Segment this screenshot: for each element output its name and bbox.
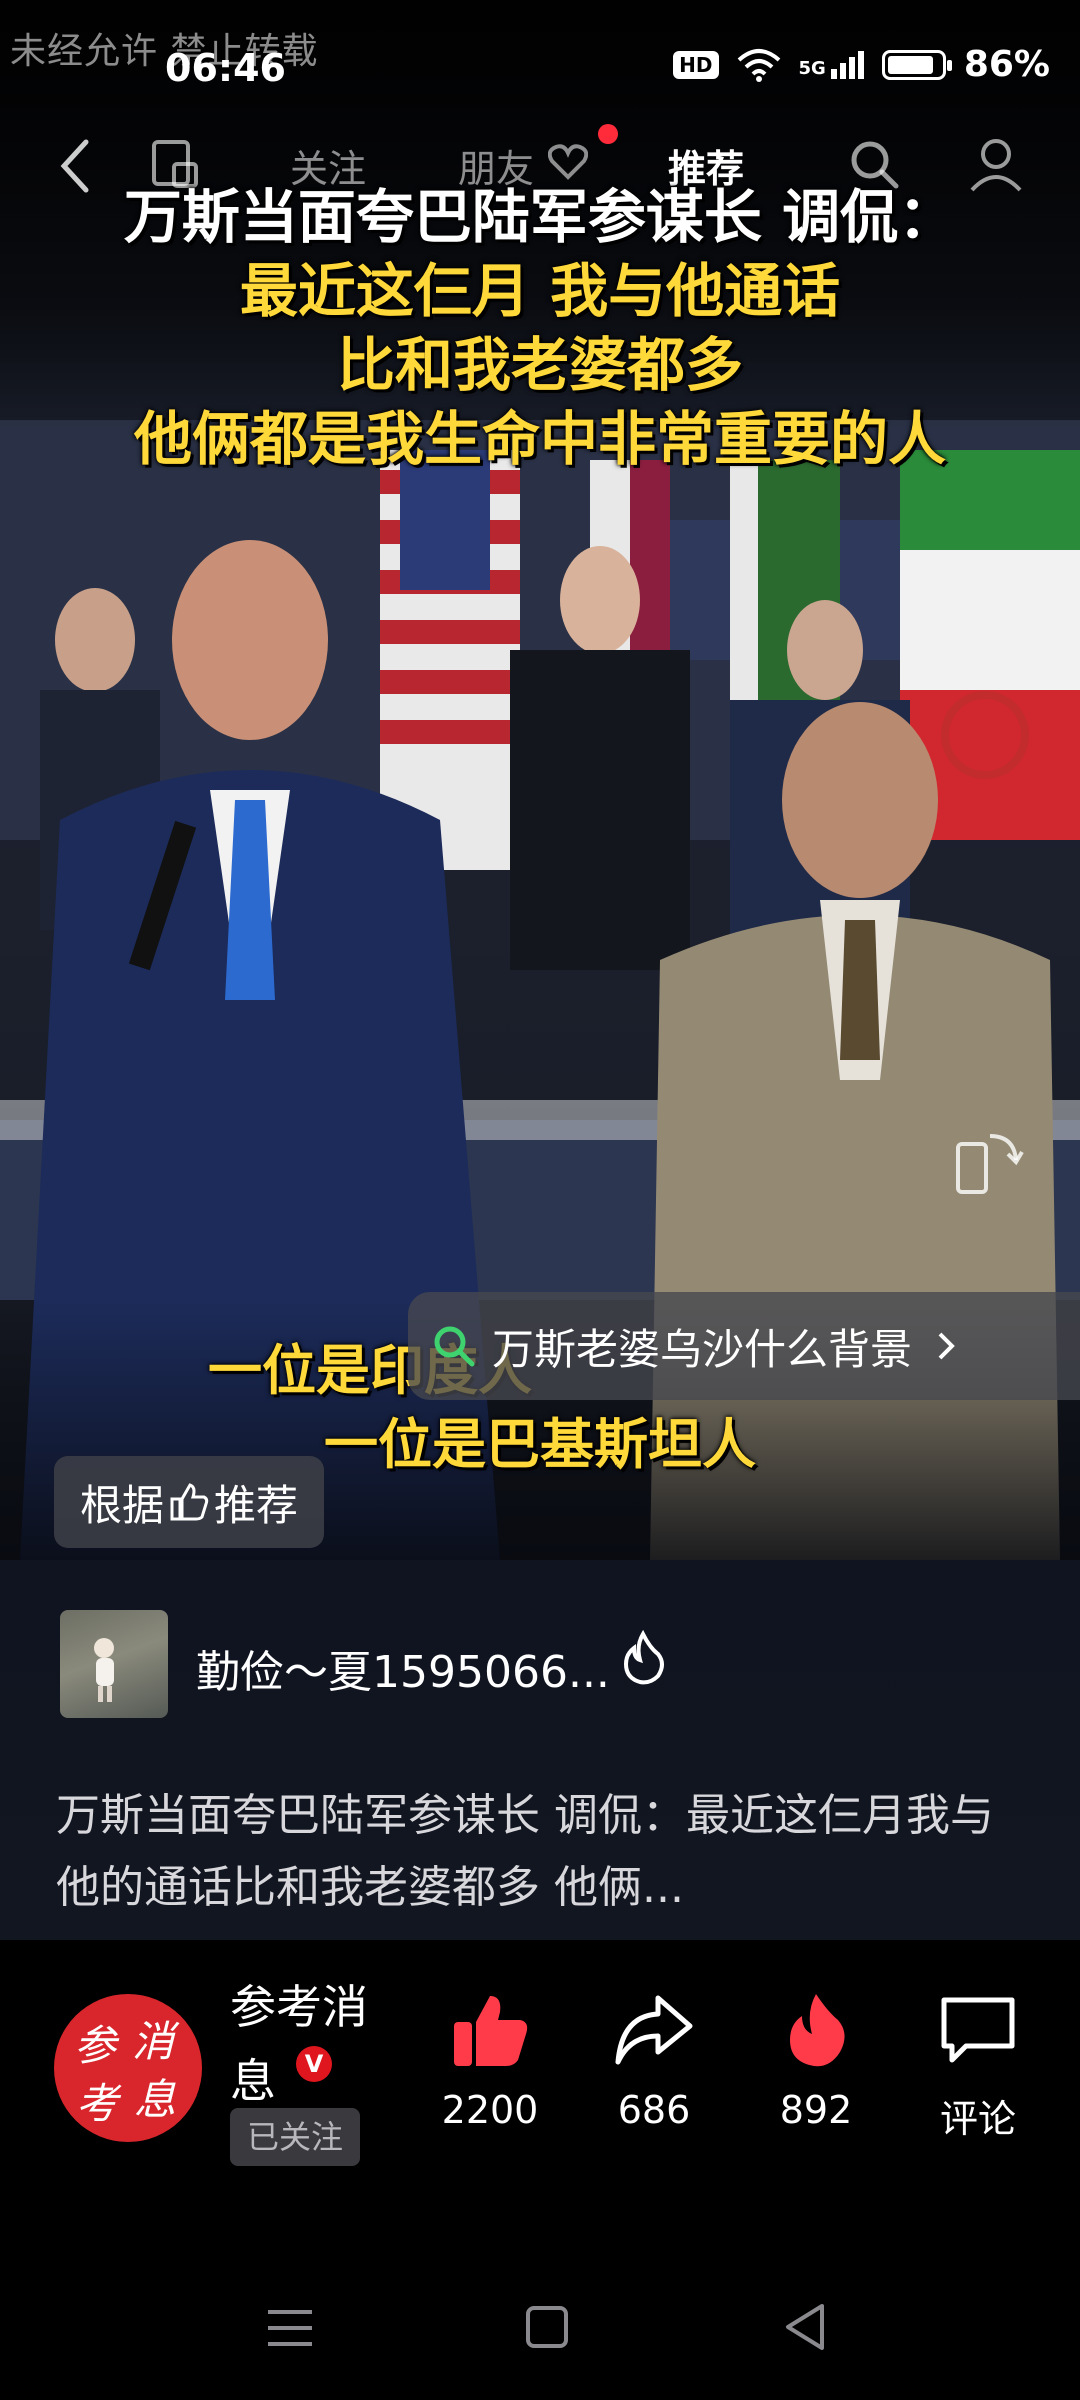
recommend-reason-badge[interactable]: 根据 推荐 bbox=[54, 1456, 325, 1548]
thumbs-up-icon bbox=[170, 1483, 209, 1521]
related-search-suggestion[interactable]: 万斯老婆乌沙什么背景 bbox=[408, 1292, 1080, 1400]
hot-count: 892 bbox=[779, 2088, 853, 2132]
home-icon[interactable] bbox=[524, 2304, 570, 2350]
like-count: 2200 bbox=[441, 2088, 539, 2132]
caption-title: 万斯当面夸巴陆军参谋长 调侃： bbox=[123, 183, 957, 251]
battery-icon bbox=[881, 49, 952, 80]
badge-text-suffix: 推荐 bbox=[214, 1480, 299, 1530]
video-player[interactable]: 未经允许 禁止转载 06:46 HD 5G 86% 关注 朋友 推荐 万斯当面夸… bbox=[0, 0, 1080, 1560]
comment-bubble-icon bbox=[941, 1997, 1015, 2063]
hd-badge: HD bbox=[673, 50, 719, 79]
chevron-right-icon bbox=[938, 1332, 955, 1360]
share-button[interactable]: 686 bbox=[584, 1990, 724, 2132]
hot-button[interactable]: 892 bbox=[746, 1990, 886, 2132]
search-icon bbox=[434, 1326, 475, 1367]
action-bar: 参 消 考 息 参考消息 V 已关注 2200 686 892 评论 bbox=[0, 1980, 1080, 2200]
menu-icon[interactable] bbox=[266, 2306, 314, 2350]
cellular-signal-icon: 5G bbox=[798, 50, 864, 79]
system-navigation-bar bbox=[0, 2260, 1080, 2400]
author-avatar[interactable] bbox=[60, 1610, 168, 1718]
wifi-icon bbox=[737, 48, 780, 82]
svg-text:消: 消 bbox=[132, 2017, 180, 2066]
comment-label: 评论 bbox=[939, 2097, 1016, 2141]
status-time: 06:46 bbox=[165, 46, 286, 90]
back-triangle-icon[interactable] bbox=[782, 2302, 828, 2352]
publisher-avatar[interactable]: 参 消 考 息 bbox=[54, 1994, 202, 2142]
like-button[interactable]: 2200 bbox=[420, 1990, 560, 2132]
network-type: 5G bbox=[798, 57, 826, 79]
flame-icon bbox=[790, 1994, 845, 2067]
caption-line-2: 比和我老婆都多 bbox=[336, 331, 743, 399]
svg-text:参: 参 bbox=[74, 2021, 120, 2070]
video-description[interactable]: 万斯当面夸巴陆军参谋长 调侃：最近这仨月我与他的通话比和我老婆都多 他俩... bbox=[56, 1780, 1036, 1924]
author-name[interactable]: 勤俭～夏1595066... bbox=[196, 1636, 610, 1700]
notification-dot bbox=[598, 124, 618, 144]
verified-badge: V bbox=[296, 2046, 332, 2082]
publisher-logo-calligraphy: 参 消 考 息 bbox=[74, 2017, 180, 2128]
svg-text:息: 息 bbox=[134, 2075, 176, 2124]
flame-icon bbox=[623, 1630, 664, 1685]
thumbs-up-icon bbox=[454, 1996, 528, 2066]
comment-button[interactable]: 评论 bbox=[908, 1990, 1048, 2143]
status-bar-indicators: HD 5G 86% bbox=[673, 44, 1050, 85]
rotate-screen-icon[interactable] bbox=[954, 1126, 1026, 1198]
suggestion-text: 万斯老婆乌沙什么背景 bbox=[492, 1324, 913, 1374]
caption-line-3: 他俩都是我生命中非常重要的人 bbox=[133, 405, 946, 473]
publisher-name[interactable]: 参考消息 bbox=[230, 1970, 370, 2118]
follow-button[interactable]: 已关注 bbox=[230, 2108, 360, 2166]
share-arrow-icon bbox=[615, 1995, 693, 2065]
author-section: 勤俭～夏1595066... 万斯当面夸巴陆军参谋长 调侃：最近这仨月我与他的通… bbox=[0, 1560, 1080, 1940]
share-count: 686 bbox=[617, 2088, 691, 2132]
battery-percent: 86% bbox=[963, 44, 1050, 85]
badge-text-prefix: 根据 bbox=[80, 1480, 165, 1530]
svg-text:考: 考 bbox=[76, 2079, 122, 2128]
caption-line-1: 最近这仨月 我与他通话 bbox=[239, 257, 841, 325]
